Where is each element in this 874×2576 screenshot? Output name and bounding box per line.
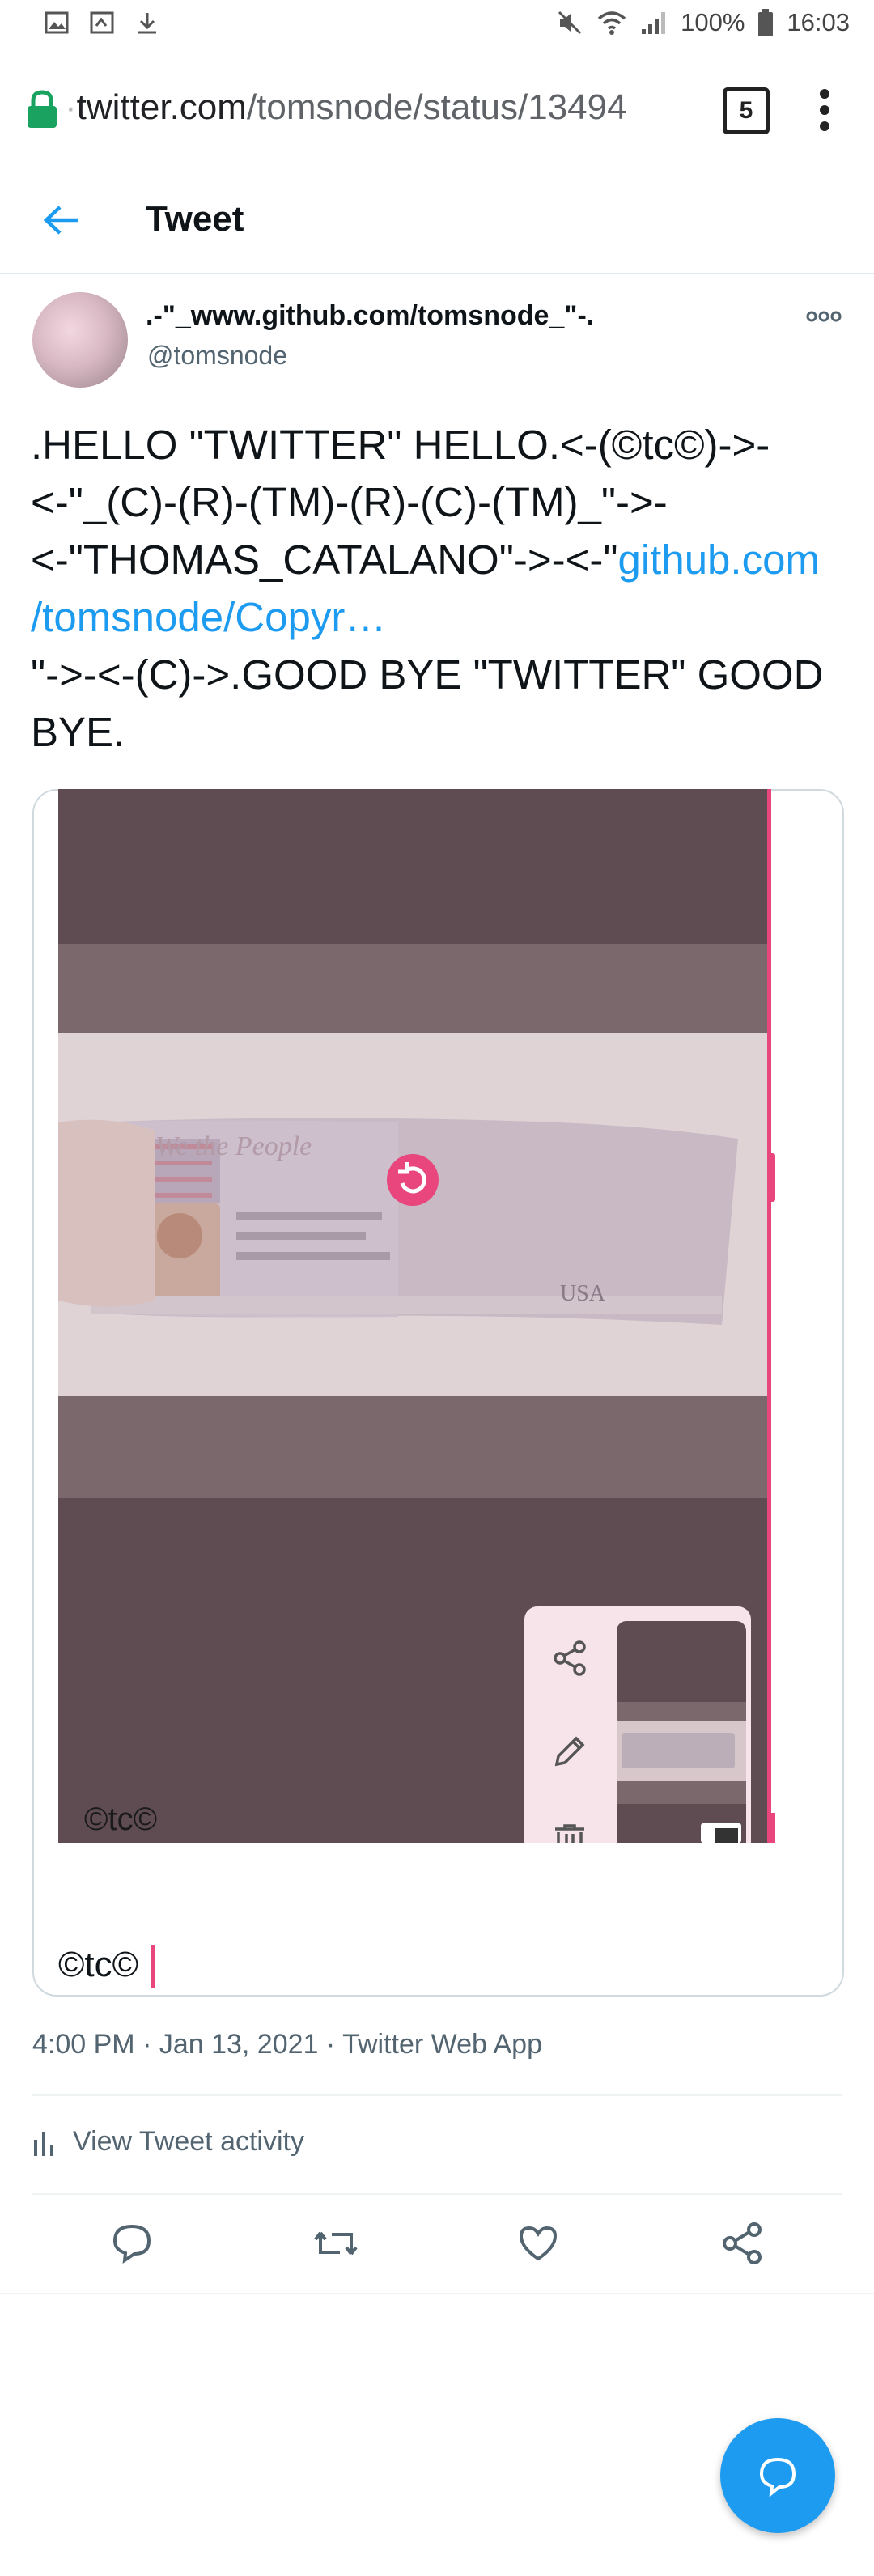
tweet-text-line: "->-<-(C)->.GOOD BYE "TWITTER" GOOD bbox=[31, 651, 824, 698]
compose-message-icon bbox=[759, 2457, 796, 2497]
thumbnail-strip[interactable] bbox=[617, 1621, 746, 1843]
menu-icon[interactable] bbox=[819, 87, 830, 133]
tab-count: 5 bbox=[739, 97, 753, 124]
battery-percent: 100% bbox=[681, 8, 745, 36]
crop-edge bbox=[767, 789, 771, 1843]
more-icon[interactable] bbox=[806, 308, 842, 325]
status-right: 100% 16:03 bbox=[556, 8, 850, 37]
svg-text:USA: USA bbox=[560, 1281, 606, 1306]
url-host: twitter.com bbox=[76, 87, 247, 127]
media-watermark: ©tc© bbox=[84, 1802, 158, 1837]
divider bbox=[32, 2094, 842, 2096]
reply-icon[interactable] bbox=[110, 2222, 154, 2265]
edit-icon[interactable] bbox=[550, 1732, 589, 1771]
wifi-icon bbox=[597, 11, 626, 35]
tweet-text-line: .HELLO "TWITTER" HELLO.<-(©tc©)->- bbox=[31, 422, 770, 468]
page-title: Tweet bbox=[146, 199, 244, 239]
crop-handle[interactable] bbox=[767, 1153, 775, 1202]
passport-photo: USA We the People bbox=[58, 1033, 770, 1396]
timestamp[interactable]: 4:00 PM · Jan 13, 2021 bbox=[32, 2029, 318, 2060]
back-arrow-icon[interactable] bbox=[42, 204, 79, 236]
avatar[interactable] bbox=[32, 292, 128, 388]
svg-text:We the People: We the People bbox=[155, 1131, 312, 1161]
retweet-icon[interactable] bbox=[312, 2222, 359, 2265]
media-band bbox=[58, 944, 770, 1033]
screenshot-icon bbox=[90, 11, 114, 34]
meta-separator: · bbox=[318, 2029, 343, 2060]
tabs-button[interactable]: 5 bbox=[723, 87, 770, 134]
compose-message-button[interactable] bbox=[720, 2418, 835, 2533]
view-activity-link[interactable]: View Tweet activity bbox=[32, 2126, 304, 2158]
divider bbox=[0, 2293, 874, 2294]
author-name[interactable]: .-"_www.github.com/tomsnode_"-. bbox=[146, 300, 594, 332]
tweet-text-segment: <-"THOMAS_CATALANO"->-<-" bbox=[31, 537, 618, 583]
url-path: /tomsnode/status/13494 bbox=[246, 87, 627, 127]
activity-icon bbox=[34, 2131, 53, 2156]
tweet-actions bbox=[0, 2197, 874, 2293]
tweet-text-line: <-"THOMAS_CATALANO"->-<-"github.com bbox=[31, 531, 848, 588]
tweet-header bbox=[0, 168, 874, 274]
delete-icon[interactable] bbox=[550, 1824, 589, 1843]
tweet-link-cont[interactable]: /tomsnode/Copyr… bbox=[31, 594, 386, 640]
tweet-link[interactable]: github.com bbox=[617, 537, 819, 583]
battery-icon bbox=[758, 9, 774, 36]
status-left-icons bbox=[44, 10, 160, 36]
like-icon[interactable] bbox=[516, 2222, 560, 2265]
url-prefix: · bbox=[65, 87, 77, 127]
tweet-text-line: BYE. bbox=[31, 709, 125, 755]
share-tweet-icon[interactable] bbox=[720, 2222, 764, 2265]
tweet-meta: 4:00 PM · Jan 13, 2021 · Twitter Web App bbox=[32, 2029, 542, 2060]
activity-label: View Tweet activity bbox=[73, 2126, 304, 2157]
author-handle[interactable]: @tomsnode bbox=[147, 341, 287, 371]
media-band bbox=[58, 1396, 770, 1498]
url-field[interactable]: ·twitter.com/tomsnode/status/13494 bbox=[65, 87, 704, 128]
crop-handle[interactable] bbox=[767, 1813, 775, 1843]
rotate-icon[interactable] bbox=[385, 1152, 440, 1207]
lock-icon bbox=[28, 90, 57, 128]
gallery-icon bbox=[45, 11, 69, 34]
tweet-text: .HELLO "TWITTER" HELLO.<-(©tc©)->- <-"_(… bbox=[31, 416, 848, 761]
tweet-source[interactable]: Twitter Web App bbox=[342, 2029, 542, 2060]
text-cursor bbox=[151, 1945, 155, 1988]
mute-icon bbox=[558, 11, 582, 35]
clock: 16:03 bbox=[787, 8, 850, 36]
download-icon bbox=[138, 13, 156, 34]
caption-text[interactable]: ©tc© bbox=[58, 1945, 138, 1985]
signal-icon bbox=[642, 12, 666, 34]
media-photo: USA We the People bbox=[58, 1033, 770, 1396]
share-icon[interactable] bbox=[550, 1639, 589, 1678]
tweet-text-line: /tomsnode/Copyr… bbox=[31, 588, 848, 646]
tweet-text-line: <-"_(C)-(R)-(TM)-(R)-(C)-(TM)_"->- bbox=[31, 479, 668, 525]
divider bbox=[32, 2193, 842, 2195]
